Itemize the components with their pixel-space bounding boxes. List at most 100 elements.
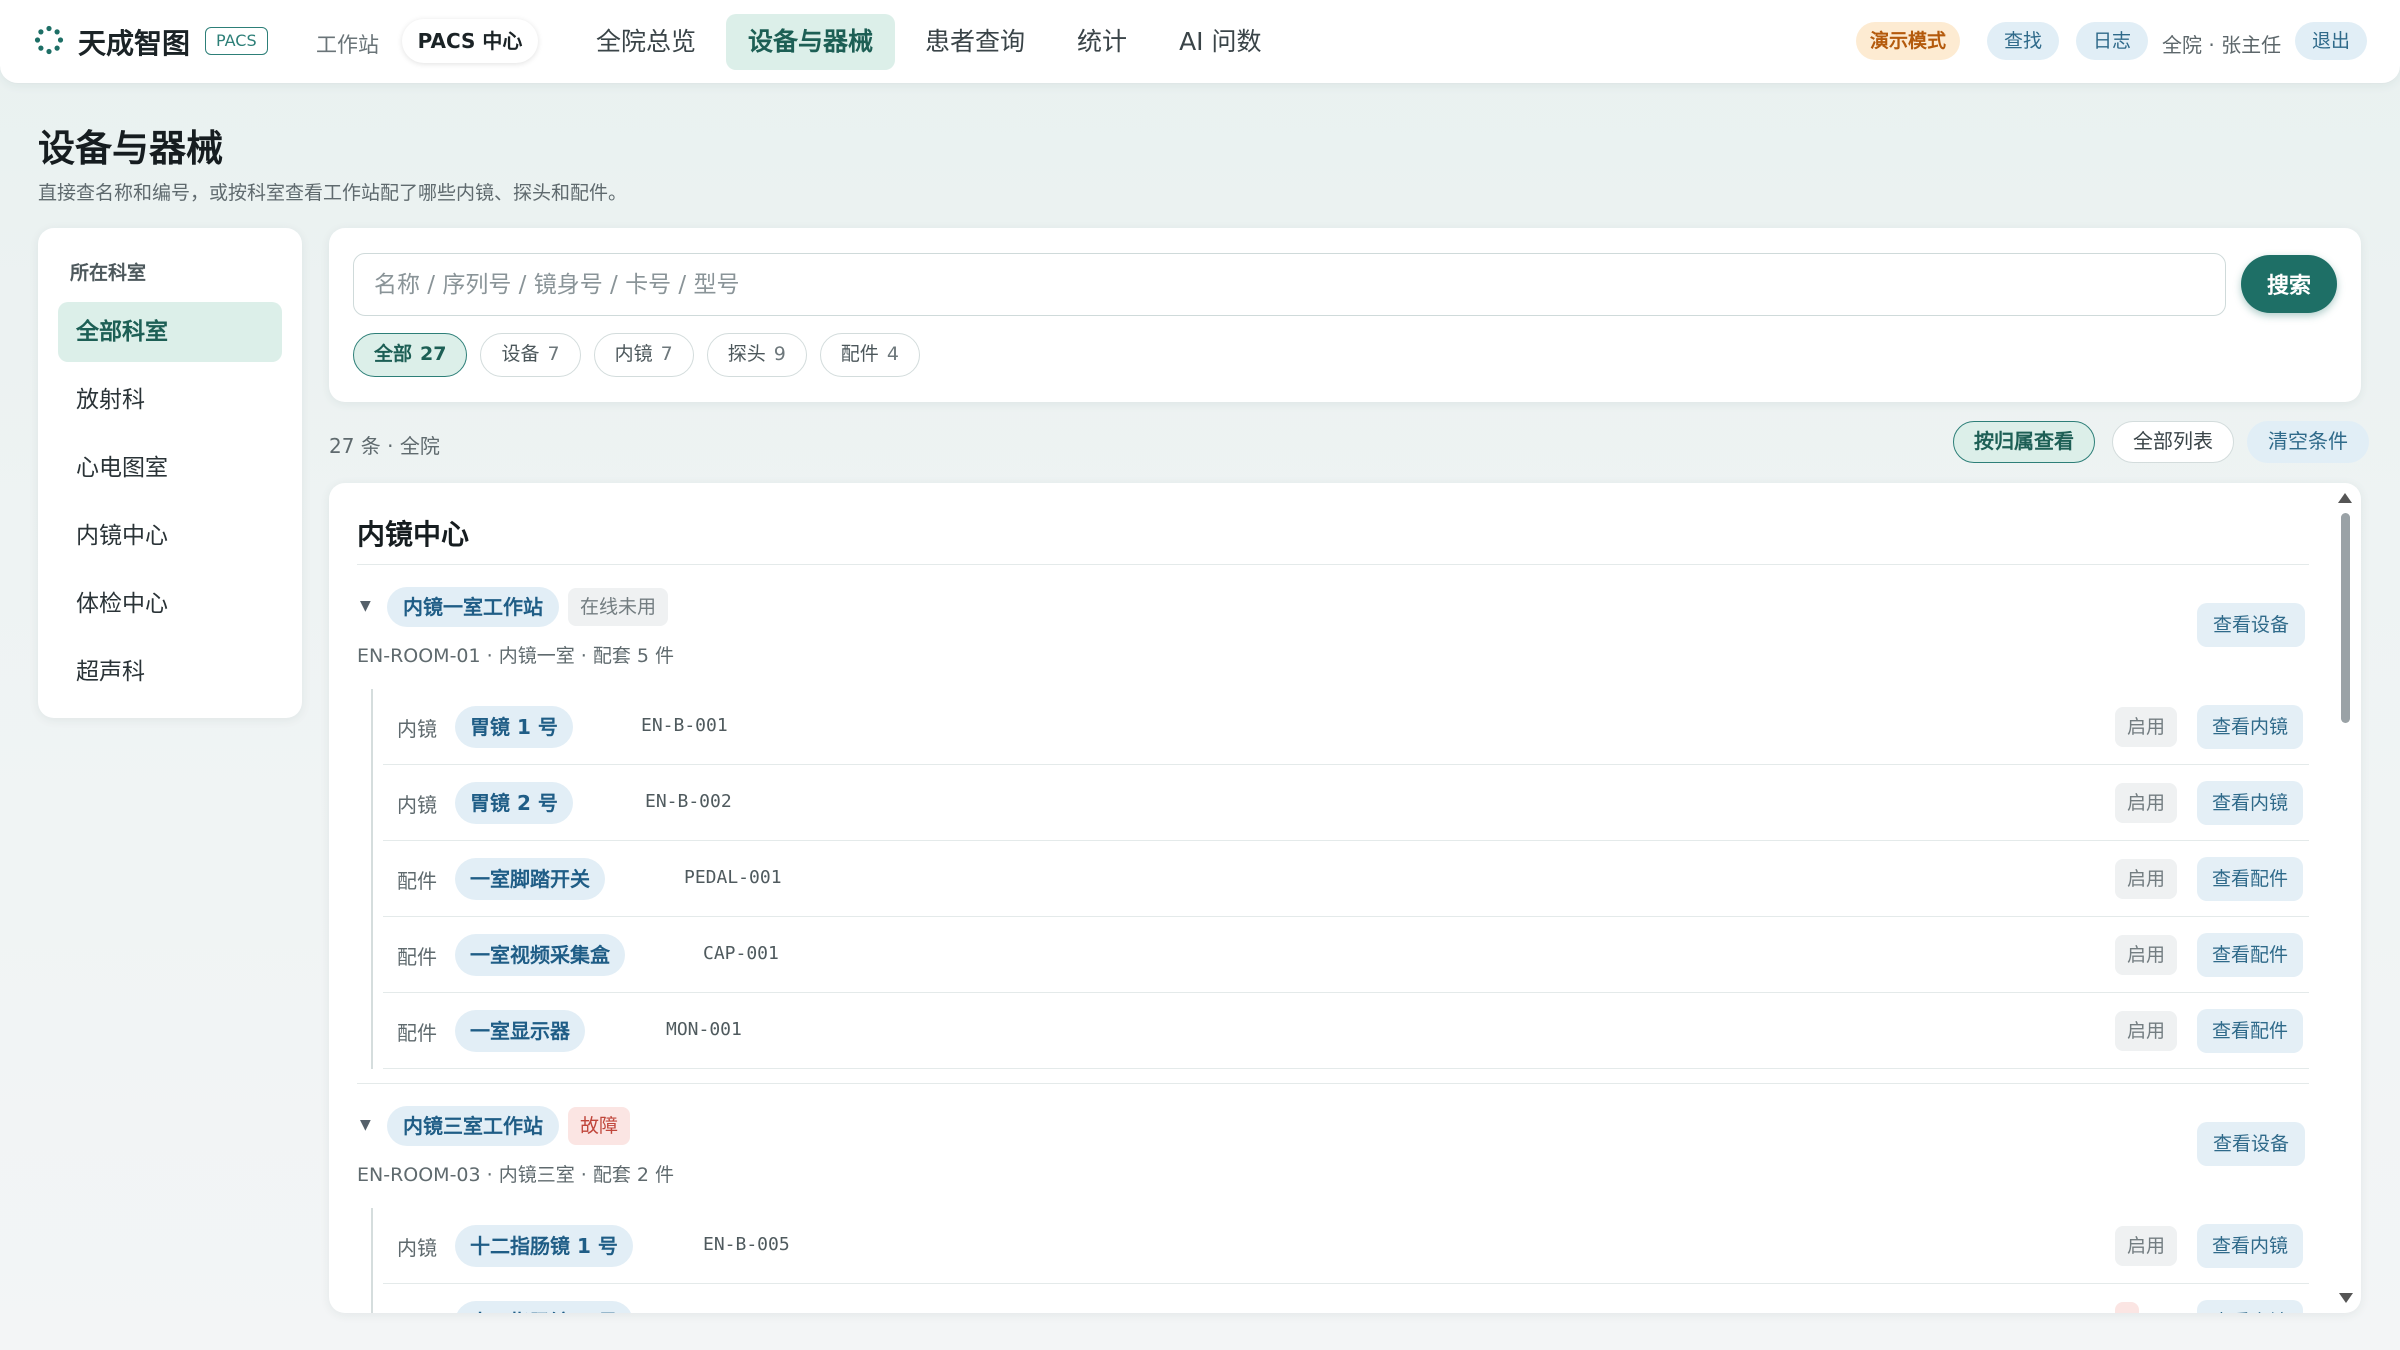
current-user: 全院 · 张主任 [2162,33,2282,57]
filter-chip-device[interactable]: 设备 7 [480,333,581,377]
list-view-button[interactable]: 全部列表 [2112,421,2234,463]
filter-chip-count: 9 [773,343,786,365]
log-button[interactable]: 日志 [2076,22,2149,60]
station-name[interactable]: 内镜一室工作站 [387,587,559,627]
pacs-center-tab[interactable]: PACS 中心 [402,19,538,63]
collapse-caret-icon[interactable]: ▼ [360,1117,371,1133]
group-title: 内镜中心 [357,518,470,551]
scroll-down-icon[interactable] [2339,1293,2353,1303]
equipment-kind: 内镜 [397,1308,437,1313]
tree-line [371,689,373,1069]
type-filter-chips: 全部 27 设备 7 内镜 7 探头 9 配件 4 [353,333,933,377]
view-equipment-button[interactable]: 查看内镜 [2197,1224,2304,1268]
equipment-row: 内镜 胃镜 1 号 EN-B-001 启用 查看内镜 [383,689,2309,765]
equipment-state [2115,1302,2139,1313]
equipment-code: PEDAL-001 [684,867,782,888]
search-button[interactable]: 搜索 [2241,255,2337,313]
page-title: 设备与器械 [38,127,223,170]
equipment-kind: 内镜 [397,717,437,741]
department-list: 全部科室 放射科 心电图室 内镜中心 体检中心 超声科 [58,302,282,710]
equipment-code: EN-B-005 [703,1234,790,1255]
filter-chip-count: 27 [420,343,447,365]
nav-patients[interactable]: 患者查询 [903,14,1047,70]
equipment-state: 启用 [2115,859,2178,899]
workstation-link[interactable]: 工作站 [316,29,379,59]
equipment-kind: 配件 [397,945,437,969]
equipment-row: 内镜 十二指肠镜 2 号 查看内镜 [383,1284,2309,1313]
filter-chip-count: 7 [547,343,560,365]
demo-mode-badge: 演示模式 [1856,22,1961,60]
view-equipment-button[interactable]: 查看内镜 [2197,1300,2304,1313]
view-equipment-button[interactable]: 查看配件 [2197,933,2304,977]
filter-chip-label: 内镜 [614,343,653,365]
station-meta: EN-ROOM-01 · 内镜一室 · 配套 5 件 [357,645,675,667]
equipment-row: 配件 一室脚踏开关 PEDAL-001 启用 查看配件 [383,841,2309,917]
search-input[interactable] [353,253,2226,316]
collapse-caret-icon[interactable]: ▼ [360,598,371,614]
equipment-state: 启用 [2115,783,2178,823]
station-name[interactable]: 内镜三室工作站 [387,1106,559,1146]
equipment-name[interactable]: 十二指肠镜 2 号 [455,1301,633,1313]
department-item-ecg[interactable]: 心电图室 [58,438,282,498]
station-status: 故障 [568,1107,631,1145]
department-item-all[interactable]: 全部科室 [58,302,282,362]
view-device-button[interactable]: 查看设备 [2197,1122,2306,1166]
nav-ai-query[interactable]: AI 问数 [1157,14,1283,70]
equipment-name[interactable]: 十二指肠镜 1 号 [455,1225,633,1267]
equipment-kind: 配件 [397,869,437,893]
clear-filters-button[interactable]: 清空条件 [2247,421,2369,463]
view-equipment-button[interactable]: 查看配件 [2197,857,2304,901]
equipment-state: 启用 [2115,707,2178,747]
nav-statistics[interactable]: 统计 [1055,14,1149,70]
equipment-name[interactable]: 胃镜 1 号 [455,706,573,748]
view-equipment-button[interactable]: 查看内镜 [2197,705,2304,749]
view-device-button[interactable]: 查看设备 [2197,603,2306,647]
filter-chip-all[interactable]: 全部 27 [353,333,468,377]
equipment-row: 内镜 胃镜 2 号 EN-B-002 启用 查看内镜 [383,765,2309,841]
department-item-checkup[interactable]: 体检中心 [58,574,282,634]
logout-button[interactable]: 退出 [2295,22,2368,60]
equipment-name[interactable]: 胃镜 2 号 [455,782,573,824]
department-heading: 所在科室 [70,262,147,284]
nav-devices[interactable]: 设备与器械 [726,14,896,70]
scroll-up-icon[interactable] [2338,493,2352,503]
equipment-kind: 内镜 [397,1236,437,1260]
filter-chip-accessory[interactable]: 配件 4 [819,333,920,377]
app-tag: PACS [205,27,268,55]
department-item-radiology[interactable]: 放射科 [58,370,282,430]
find-button[interactable]: 查找 [1987,22,2060,60]
equipment-name[interactable]: 一室显示器 [455,1010,585,1052]
equipment-state: 启用 [2115,1011,2178,1051]
equipment-code: CAP-001 [703,943,779,964]
view-equipment-button[interactable]: 查看配件 [2197,1009,2304,1053]
filter-chip-count: 4 [886,343,899,365]
equipment-state: 启用 [2115,1226,2178,1266]
department-item-ultrasound[interactable]: 超声科 [58,642,282,702]
equipment-state: 启用 [2115,935,2178,975]
equipment-code: EN-B-002 [645,791,732,812]
filter-chip-label: 配件 [840,343,879,365]
logo-icon [34,25,64,55]
search-panel: 搜索 全部 27 设备 7 内镜 7 探头 9 配件 4 [329,228,2361,402]
view-equipment-button[interactable]: 查看内镜 [2197,781,2304,825]
scroll-thumb[interactable] [2341,513,2350,723]
equipment-code: EN-B-001 [641,715,728,736]
department-item-endoscopy[interactable]: 内镜中心 [58,506,282,566]
group-view-button[interactable]: 按归属查看 [1953,421,2095,463]
scrollbar[interactable] [2338,493,2353,1303]
filter-chip-probe[interactable]: 探头 9 [706,333,807,377]
main-nav: 全院总览 设备与器械 患者查询 统计 AI 问数 [574,14,1292,70]
result-count: 27 条 · 全院 [329,434,440,458]
filter-chip-label: 探头 [727,343,766,365]
equipment-row: 配件 一室视频采集盒 CAP-001 启用 查看配件 [383,917,2309,993]
divider [357,1083,2309,1084]
filter-chip-label: 全部 [374,343,413,365]
station-status: 在线未用 [568,588,669,626]
equipment-name[interactable]: 一室视频采集盒 [455,934,625,976]
equipment-list: 内镜中心 ▼ 内镜一室工作站 在线未用 EN-ROOM-01 · 内镜一室 · … [329,483,2361,1313]
nav-overview[interactable]: 全院总览 [574,14,718,70]
filter-chip-endoscope[interactable]: 内镜 7 [593,333,694,377]
equipment-kind: 内镜 [397,793,437,817]
equipment-name[interactable]: 一室脚踏开关 [455,858,605,900]
equipment-code: MON-001 [666,1019,742,1040]
